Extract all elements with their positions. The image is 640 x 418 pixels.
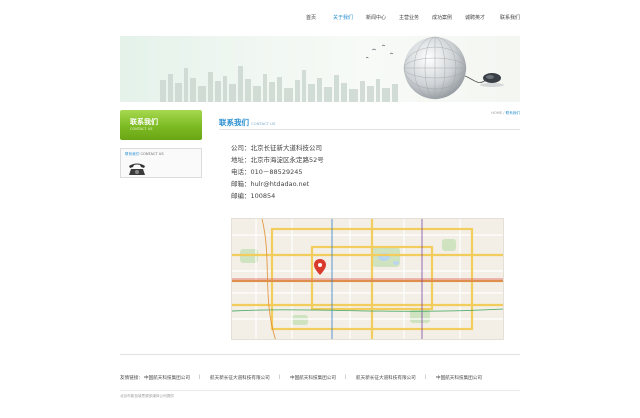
link-separator: | <box>279 375 281 380</box>
info-email[interactable]: 邮箱：hulr@htdadao.net <box>231 178 309 188</box>
nav-item-contact[interactable]: 联系我们 <box>500 14 520 21</box>
sidebar-box-label-cn: 联系我们 <box>125 152 140 156</box>
link-separator: | <box>425 375 427 380</box>
nav-item-about[interactable]: 关于我们 <box>333 14 353 21</box>
breadcrumb-home[interactable]: HOME <box>491 111 502 115</box>
sidebar-box-label: 联系我们 CONTACT US <box>125 152 164 157</box>
info-phone: 电话：010－88529245 <box>231 168 303 176</box>
breadcrumb-current: 联系我们 <box>505 111 520 115</box>
sidebar-contact-box[interactable]: 联系我们 CONTACT US <box>120 148 202 178</box>
telephone-icon <box>129 163 145 175</box>
friend-link-2[interactable]: 航天新长征大道科技有限公司 <box>210 375 270 381</box>
link-separator: | <box>345 375 347 380</box>
breadcrumb-separator: / <box>503 111 505 115</box>
page-title: 联系我们 CONTACT US <box>219 117 275 128</box>
link-separator: | <box>199 375 201 380</box>
links-label: 友情链接： <box>120 376 143 381</box>
info-company: 公司：北京长征新大道科技公司 <box>231 144 322 152</box>
footer-divider <box>120 354 520 355</box>
map-pin-icon <box>314 259 326 275</box>
friend-link-3[interactable]: 中国航天科技集团公司 <box>290 375 336 381</box>
nav-item-home[interactable]: 首页 <box>306 14 316 21</box>
location-map[interactable] <box>231 218 504 340</box>
nav-item-news[interactable]: 新闻中心 <box>366 14 386 21</box>
breadcrumb: HOME / 联系我们 <box>491 111 520 116</box>
title-divider <box>219 129 520 130</box>
banner-image <box>120 36 520 102</box>
nav-item-cases[interactable]: 成功案例 <box>432 14 452 21</box>
footer-divider-2 <box>120 390 520 391</box>
copyright-text: 北京市新加坡思源多媒体公司提供 <box>120 394 174 398</box>
top-nav: 首页 关于我们 新闻中心 主营业务 成功案例 诚聘英才 联系我们 <box>300 14 530 24</box>
friend-link-4[interactable]: 航天新长征大道科技有限公司 <box>356 375 416 381</box>
friend-link-5[interactable]: 中国航天科技集团公司 <box>436 375 482 381</box>
friend-links: 友情链接： 中国航天科技集团公司 | 航天新长征大道科技有限公司 | 中国航天科… <box>120 375 520 385</box>
page-title-cn: 联系我们 <box>219 118 249 127</box>
sidebar-subtitle: CONTACT US <box>130 127 153 131</box>
nav-item-business[interactable]: 主营业务 <box>399 14 419 21</box>
info-postcode: 邮编：100854 <box>231 192 276 200</box>
info-address: 地址：北京市海淀区永定路52号 <box>231 156 324 164</box>
page-title-en: CONTACT US <box>251 121 276 126</box>
nav-item-jobs[interactable]: 诚聘英才 <box>465 14 485 21</box>
sidebar-box-label-en: CONTACT US <box>140 152 164 156</box>
friend-link-1[interactable]: 中国航天科技集团公司 <box>144 375 190 381</box>
sidebar-title: 联系我们 <box>130 118 158 126</box>
sidebar-header: 联系我们 CONTACT US <box>120 110 202 140</box>
